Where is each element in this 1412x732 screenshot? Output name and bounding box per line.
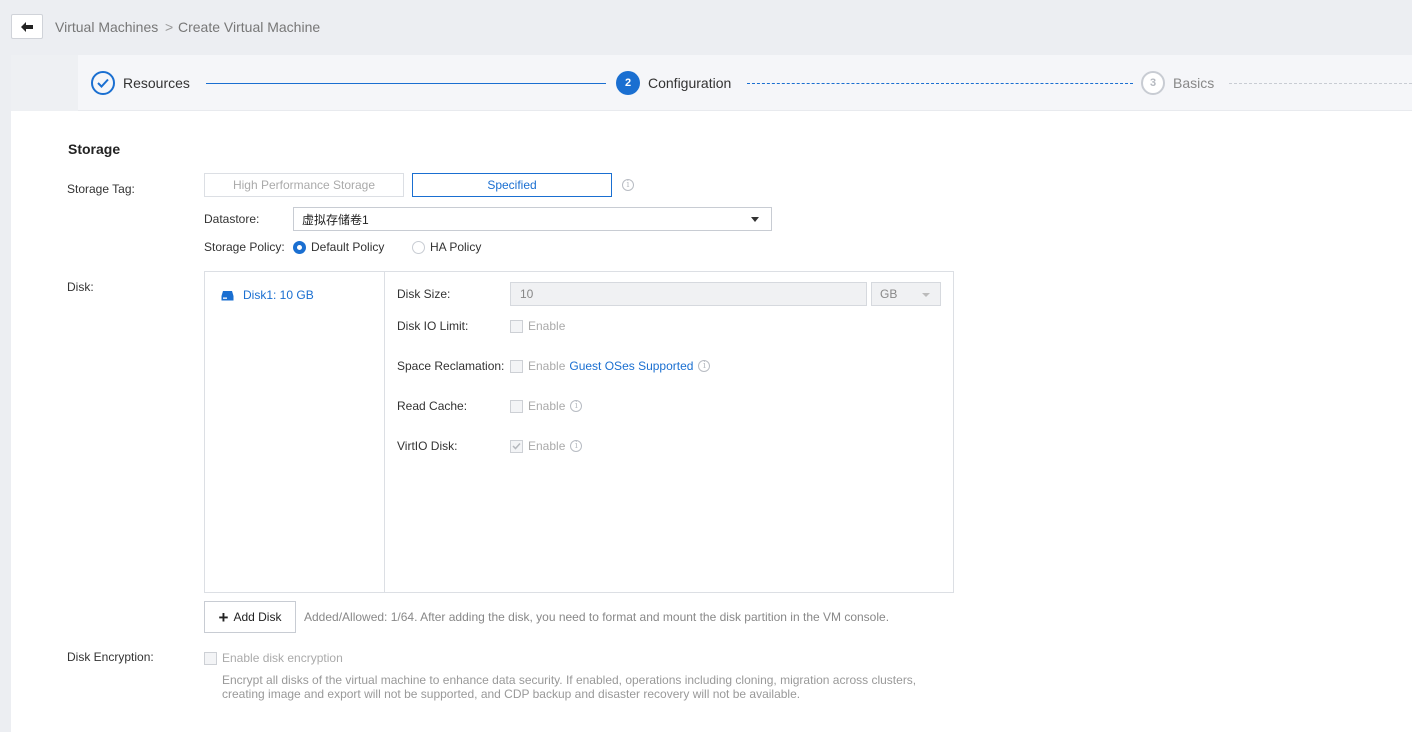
disk-unit-select[interactable]: GB [871, 282, 941, 306]
read-cache-checkbox[interactable]: Enable i [510, 399, 583, 413]
step-connector [747, 83, 1133, 84]
top-bar: Virtual Machines > Create Virtual Machin… [0, 0, 1412, 55]
datastore-value: 虚拟存储卷1 [302, 212, 369, 227]
step-resources[interactable]: Resources [123, 75, 190, 91]
radio-label: HA Policy [430, 240, 482, 254]
checkbox [510, 319, 523, 333]
encryption-description: Encrypt all disks of the virtual machine… [222, 673, 917, 701]
check-icon [512, 442, 521, 450]
breadcrumb-separator: > [165, 19, 174, 35]
encryption-checkbox[interactable]: Enable disk encryption [204, 651, 343, 665]
checkbox-label: Enable [528, 359, 566, 373]
check-circle-icon [91, 71, 115, 95]
checkbox-label: Enable [528, 439, 566, 453]
disk-item-label: Disk1: 10 GB [243, 288, 314, 302]
main-panel: Storage Storage Tag: High Performance St… [11, 111, 1412, 732]
datastore-select[interactable]: 虚拟存储卷1 [293, 207, 772, 231]
disk-panel: Disk1: 10 GB Disk Size: 10 GB Disk IO Li… [204, 271, 954, 593]
disk-size-input[interactable]: 10 [510, 282, 867, 306]
step-number-3: 3 [1141, 71, 1165, 95]
info-icon[interactable]: i [570, 400, 583, 412]
steps-left-pad [11, 55, 78, 111]
step-connector [206, 83, 606, 84]
guest-os-supported-link[interactable]: Guest OSes Supported [569, 359, 693, 373]
arrow-left-icon [21, 21, 33, 32]
add-disk-hint: Added/Allowed: 1/64. After adding the di… [304, 610, 890, 624]
disk-list-item[interactable]: Disk1: 10 GB [221, 288, 314, 302]
disk-list: Disk1: 10 GB [205, 272, 385, 592]
add-disk-button[interactable]: + Add Disk [204, 601, 296, 633]
radio-label: Default Policy [311, 240, 385, 254]
checkbox-label: Enable disk encryption [222, 651, 343, 665]
back-button[interactable] [11, 14, 43, 39]
step-configuration: Configuration [648, 75, 732, 91]
checkbox-label: Enable [528, 319, 566, 333]
chevron-down-icon [751, 217, 759, 222]
disk-label: Disk: [67, 280, 94, 294]
checkbox [510, 399, 523, 413]
virtio-disk-label: VirtIO Disk: [397, 439, 458, 453]
checkbox [204, 651, 217, 665]
storage-tag-label: Storage Tag: [67, 182, 135, 196]
step-number-2: 2 [616, 71, 640, 95]
read-cache-label: Read Cache: [397, 399, 468, 413]
plus-icon: + [218, 607, 229, 627]
wizard-steps: Resources 2 Configuration 3 Basics [11, 55, 1412, 111]
storage-policy-label: Storage Policy: [204, 240, 285, 254]
checkbox-label: Enable [528, 399, 566, 413]
datastore-label: Datastore: [204, 212, 260, 226]
disk-size-label: Disk Size: [397, 287, 451, 301]
section-title-storage: Storage [68, 141, 121, 157]
checkbox [510, 359, 523, 373]
space-reclamation-checkbox[interactable]: Enable Guest OSes Supported i [510, 359, 711, 373]
breadcrumb-parent[interactable]: Virtual Machines [55, 19, 158, 35]
radio-dot [412, 240, 425, 254]
step-basics: Basics [1173, 75, 1215, 91]
tag-high-performance-button[interactable]: High Performance Storage [204, 173, 404, 197]
radio-default-policy[interactable]: Default Policy [293, 240, 384, 254]
checkbox-checked [510, 439, 523, 453]
disk-encryption-label: Disk Encryption: [67, 650, 154, 664]
step-connector [1229, 83, 1412, 84]
unit-value: GB [880, 287, 898, 301]
space-reclamation-label: Space Reclamation: [397, 359, 505, 373]
disk-io-limit-label: Disk IO Limit: [397, 319, 469, 333]
add-disk-label: Add Disk [233, 610, 282, 624]
radio-dot [293, 240, 306, 254]
io-limit-checkbox[interactable]: Enable [510, 319, 565, 333]
radio-ha-policy[interactable]: HA Policy [412, 240, 481, 254]
virtio-disk-checkbox[interactable]: Enable i [510, 439, 583, 453]
hard-drive-icon [221, 290, 234, 300]
chevron-down-icon [922, 293, 930, 297]
info-icon[interactable]: i [698, 360, 711, 372]
breadcrumb-current: Create Virtual Machine [178, 19, 321, 35]
info-icon[interactable]: i [570, 440, 583, 452]
tag-specified-button[interactable]: Specified [412, 173, 612, 197]
info-icon[interactable]: i [622, 179, 634, 191]
